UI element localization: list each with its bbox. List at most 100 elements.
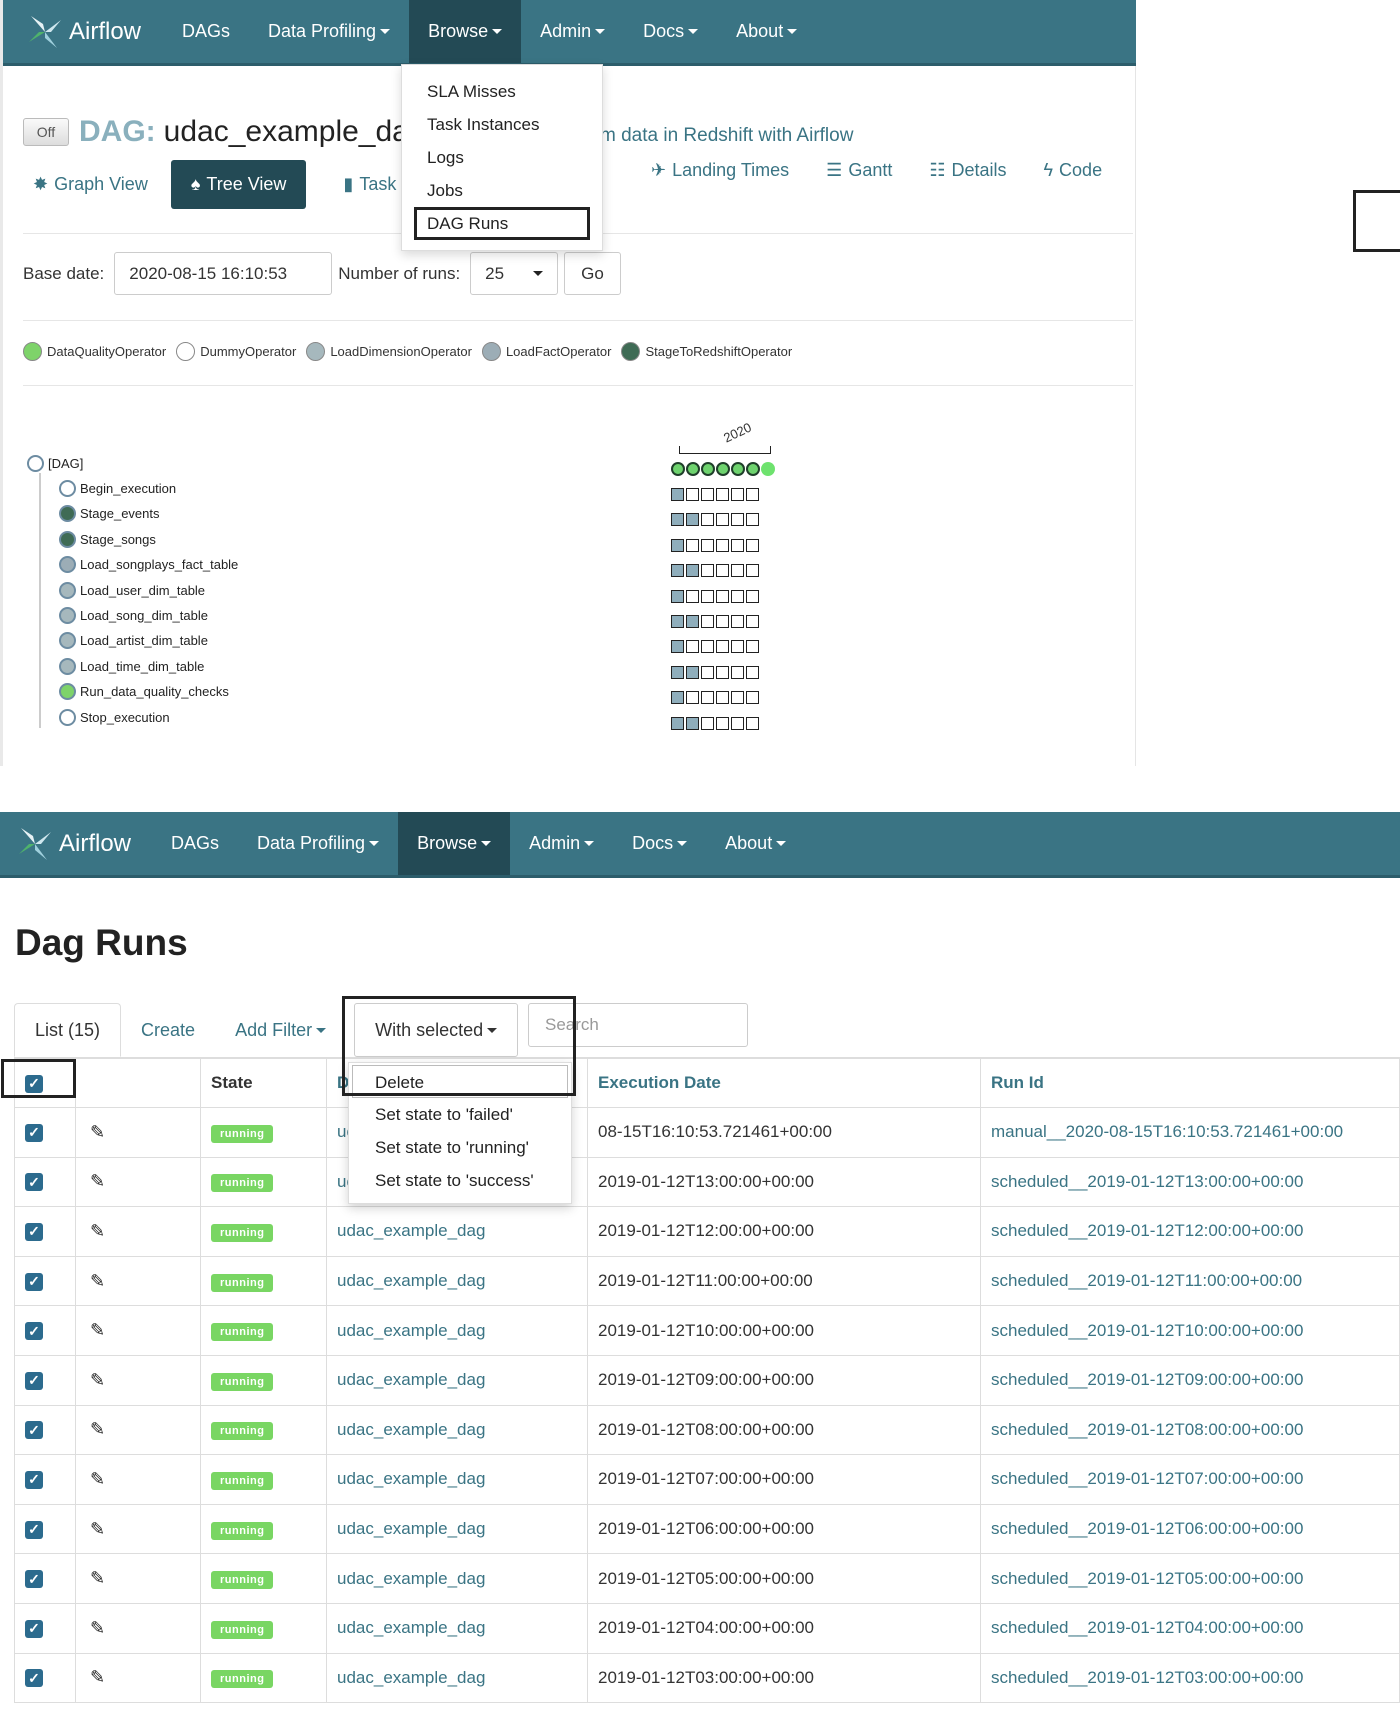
nav-docs[interactable]: Docs: [613, 812, 706, 875]
task-instance-square[interactable]: [716, 488, 729, 501]
task-instance-square[interactable]: [671, 488, 684, 501]
edit-pencil-icon[interactable]: ✎: [90, 1568, 105, 1588]
task-instance-square[interactable]: [731, 615, 744, 628]
task-instance-square[interactable]: [716, 513, 729, 527]
row-checkbox[interactable]: ✓: [25, 1570, 43, 1589]
dag-id-cell[interactable]: udac_example_dag: [326, 1553, 588, 1604]
bulk-action-item[interactable]: Set state to 'failed': [349, 1098, 571, 1131]
task-instance-square[interactable]: [701, 665, 714, 679]
dag-id-cell[interactable]: udac_example_dag: [326, 1454, 588, 1505]
bulk-action-item[interactable]: Set state to 'success': [349, 1164, 571, 1197]
task-instance-square[interactable]: [746, 615, 759, 628]
task-instance-square[interactable]: [731, 513, 744, 527]
task-instance-square[interactable]: [746, 716, 759, 730]
run-id-cell[interactable]: scheduled__2019-01-12T12:00:00+00:00: [980, 1206, 1400, 1257]
tab-list[interactable]: List (15): [14, 1003, 122, 1057]
dag-id-cell[interactable]: udac_example_dag: [326, 1255, 588, 1307]
run-id-cell[interactable]: scheduled__2019-01-12T03:00:00+00:00: [980, 1652, 1400, 1704]
row-checkbox[interactable]: ✓: [25, 1470, 43, 1489]
tab-task-duration[interactable]: ▮ Task: [343, 174, 396, 195]
dag-id-cell[interactable]: udac_example_dag: [326, 1354, 588, 1406]
task-instance-square[interactable]: [701, 640, 714, 654]
tab-graph-view[interactable]: ✸ Graph View: [33, 174, 148, 195]
task-instance-square[interactable]: [746, 691, 759, 705]
browse-menu-item[interactable]: Logs: [402, 141, 602, 174]
task-instance-square[interactable]: [671, 589, 684, 603]
task-instance-square[interactable]: [671, 665, 684, 679]
browse-menu-item[interactable]: SLA Misses: [402, 75, 602, 108]
browse-menu-item[interactable]: DAG Runs: [414, 207, 590, 240]
row-checkbox[interactable]: ✓: [25, 1371, 43, 1390]
task-instance-square[interactable]: [686, 589, 699, 603]
task-instance-square[interactable]: [701, 691, 714, 705]
task-instance-square[interactable]: [686, 665, 699, 679]
dag-run-circle[interactable]: [746, 462, 760, 476]
tree-task-node[interactable]: Load_user_dim_table: [59, 581, 205, 599]
tab-code[interactable]: ϟ Code: [1044, 160, 1103, 181]
nav-dags[interactable]: DAGs: [152, 812, 238, 875]
column-state[interactable]: State: [200, 1058, 327, 1108]
edit-pencil-icon[interactable]: ✎: [90, 1370, 105, 1390]
edit-pencil-icon[interactable]: ✎: [90, 1519, 105, 1539]
tree-task-node[interactable]: Begin_execution: [59, 480, 176, 497]
run-id-cell[interactable]: scheduled__2019-01-12T10:00:00+00:00: [980, 1305, 1400, 1356]
tree-root-node[interactable]: [DAG]: [27, 455, 83, 472]
edit-pencil-icon[interactable]: ✎: [90, 1419, 105, 1439]
dag-id-cell[interactable]: udac_example_dag: [326, 1602, 588, 1654]
task-instance-square[interactable]: [686, 691, 699, 705]
tree-task-node[interactable]: Run_data_quality_checks: [59, 683, 229, 701]
task-instance-square[interactable]: [716, 665, 729, 679]
nav-dags[interactable]: DAGs: [163, 0, 249, 63]
tab-create[interactable]: Create: [121, 1003, 215, 1057]
task-instance-square[interactable]: [686, 488, 699, 501]
task-instance-square[interactable]: [716, 615, 729, 628]
airflow-brand[interactable]: Airflow: [0, 812, 152, 875]
with-selected-button[interactable]: With selected: [354, 1003, 519, 1057]
edit-pencil-icon[interactable]: ✎: [90, 1618, 105, 1638]
row-checkbox[interactable]: ✓: [25, 1520, 43, 1539]
bulk-action-item[interactable]: Delete: [352, 1065, 568, 1098]
task-instance-square[interactable]: [746, 564, 759, 578]
row-checkbox[interactable]: ✓: [25, 1222, 43, 1241]
task-instance-square[interactable]: [701, 615, 714, 628]
dag-run-circle[interactable]: [686, 462, 700, 476]
run-id-cell[interactable]: scheduled__2019-01-12T06:00:00+00:00: [980, 1503, 1400, 1555]
task-instance-square[interactable]: [731, 589, 744, 603]
task-instance-square[interactable]: [701, 488, 714, 501]
browse-menu-item[interactable]: Jobs: [402, 174, 602, 207]
nav-admin[interactable]: Admin: [521, 0, 624, 63]
nav-about[interactable]: About: [717, 0, 816, 63]
row-checkbox[interactable]: ✓: [25, 1322, 43, 1341]
task-instance-square[interactable]: [746, 589, 759, 603]
task-instance-square[interactable]: [746, 513, 759, 527]
base-date-input[interactable]: 2020-08-15 16:10:53: [114, 252, 333, 295]
task-instance-square[interactable]: [716, 640, 729, 654]
tree-task-node[interactable]: Load_artist_dim_table: [59, 632, 208, 650]
nav-docs[interactable]: Docs: [624, 0, 717, 63]
task-instance-square[interactable]: [701, 513, 714, 527]
column-execution-date[interactable]: Execution Date: [587, 1058, 981, 1108]
task-instance-square[interactable]: [671, 691, 684, 705]
add-filter-dropdown[interactable]: Add Filter: [215, 1003, 346, 1057]
task-instance-square[interactable]: [671, 716, 684, 730]
task-instance-square[interactable]: [746, 488, 759, 501]
task-instance-square[interactable]: [671, 538, 684, 552]
task-instance-square[interactable]: [686, 615, 699, 628]
task-instance-square[interactable]: [671, 513, 684, 527]
dag-id-cell[interactable]: udac_example_dag: [326, 1404, 588, 1456]
row-checkbox[interactable]: ✓: [25, 1669, 43, 1688]
dag-id-cell[interactable]: udac_example_dag: [326, 1206, 588, 1257]
tab-landing-times[interactable]: ✈ Landing Times: [651, 160, 789, 181]
edit-pencil-icon[interactable]: ✎: [90, 1667, 105, 1687]
dag-run-circle[interactable]: [716, 462, 730, 476]
task-instance-square[interactable]: [731, 538, 744, 552]
run-id-cell[interactable]: scheduled__2019-01-12T11:00:00+00:00: [980, 1255, 1400, 1307]
task-instance-square[interactable]: [701, 716, 714, 730]
run-id-cell[interactable]: scheduled__2019-01-12T07:00:00+00:00: [980, 1454, 1400, 1505]
run-id-cell[interactable]: manual__2020-08-15T16:10:53.721461+00:00: [980, 1107, 1400, 1158]
task-instance-square[interactable]: [716, 538, 729, 552]
task-instance-square[interactable]: [746, 665, 759, 679]
task-instance-square[interactable]: [716, 691, 729, 705]
task-instance-square[interactable]: [731, 640, 744, 654]
row-checkbox[interactable]: ✓: [25, 1619, 43, 1638]
